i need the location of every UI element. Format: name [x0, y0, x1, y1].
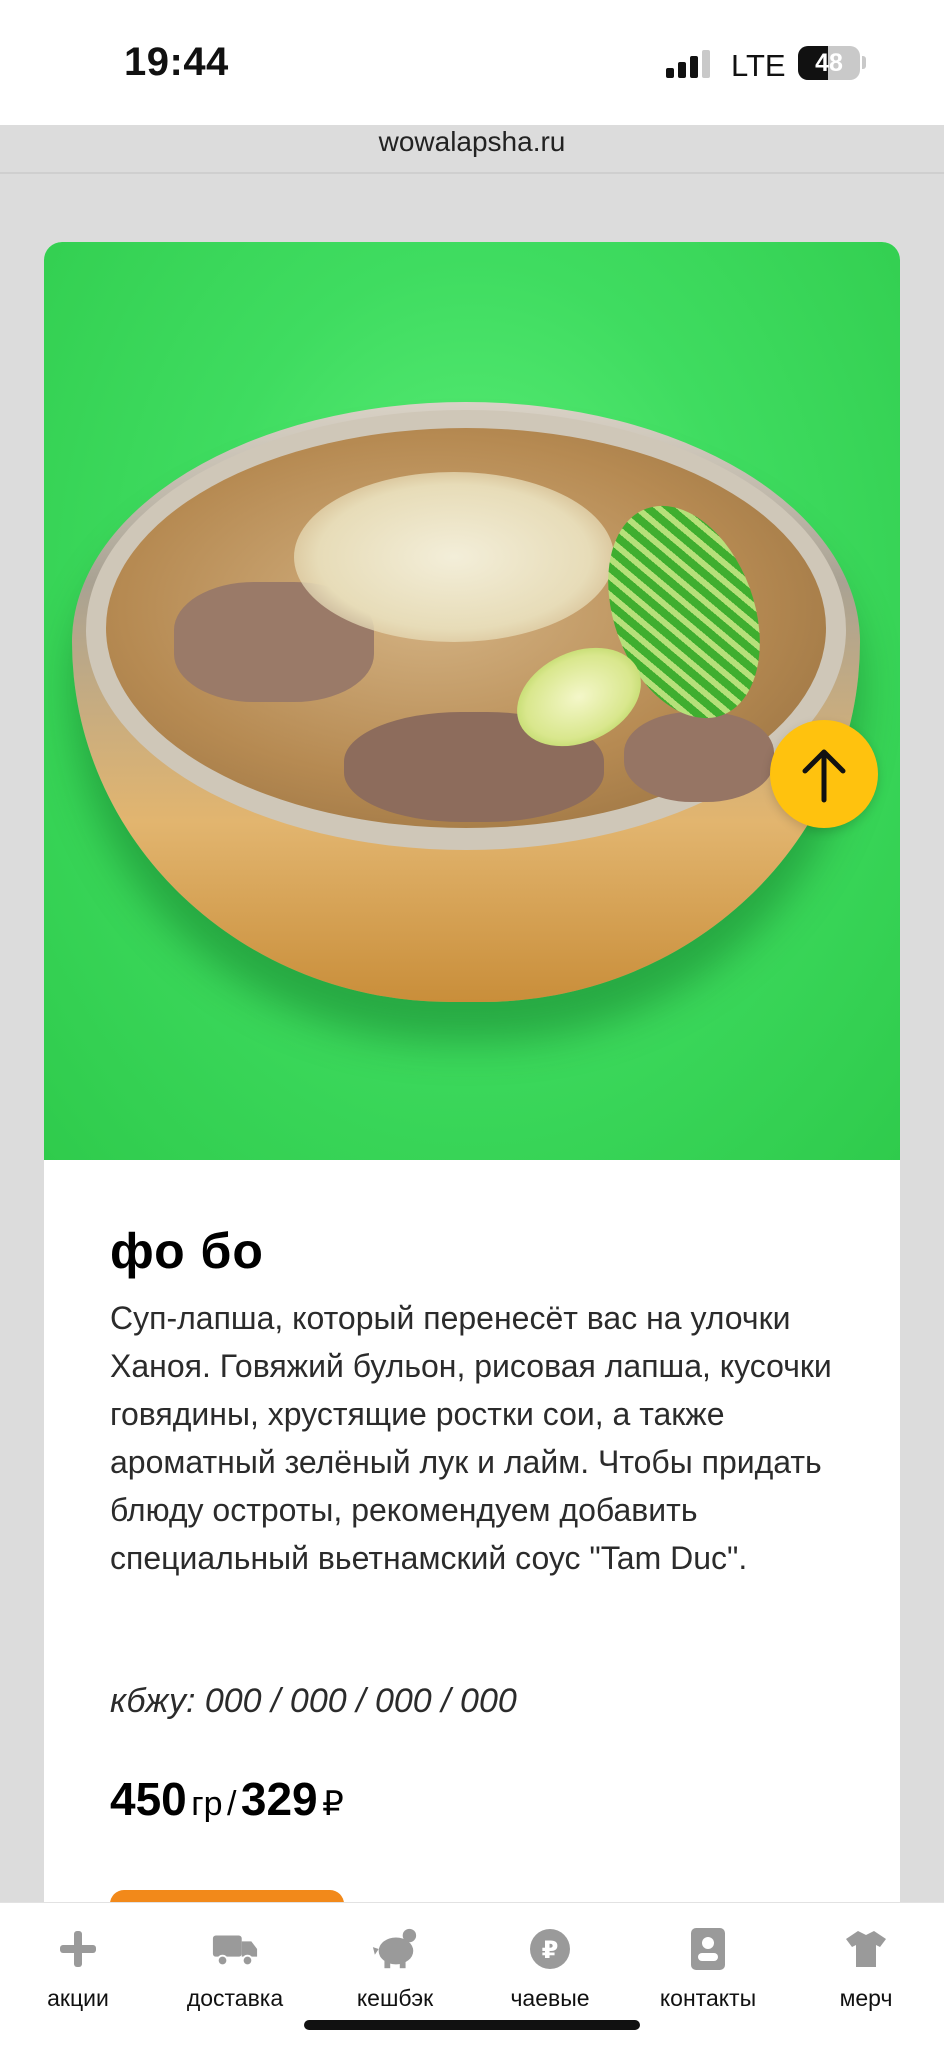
product-card: фо бо Суп-лапша, который перенесёт вас н…: [44, 242, 900, 2042]
nutrition-info: кбжу: 000 / 000 / 000 / 000: [110, 1682, 517, 1720]
product-photo: [44, 242, 900, 1160]
contact-card-icon: [684, 1925, 732, 1973]
product-title: фо бо: [110, 1223, 264, 1279]
weight-value: 450: [110, 1773, 187, 1825]
tshirt-icon: [842, 1925, 890, 1973]
ruble-coin-icon: ₽: [526, 1925, 574, 1973]
price-value: 329: [240, 1773, 318, 1825]
network-type: LTE: [731, 48, 786, 83]
nav-item-contacts[interactable]: контакты: [653, 1903, 763, 2023]
plus-icon: [54, 1925, 102, 1973]
battery-icon: 48: [798, 46, 860, 80]
product-description: Суп-лапша, который перенесёт вас на улоч…: [110, 1300, 832, 1576]
currency-symbol: ₽: [322, 1785, 344, 1823]
truck-icon: [211, 1925, 259, 1973]
battery-level: 48: [815, 49, 843, 77]
svg-text:₽: ₽: [542, 1936, 559, 1964]
price-line: 450 гр / 329 ₽: [110, 1772, 344, 1826]
beef-slice: [624, 712, 774, 802]
nav-item-delivery[interactable]: доставка: [180, 1903, 290, 2023]
nav-label: чаевые: [510, 1985, 590, 2011]
scroll-up-button[interactable]: [770, 720, 878, 828]
status-time: 19:44: [124, 40, 229, 84]
nav-label: доставка: [186, 1985, 284, 2011]
bean-sprouts: [294, 472, 614, 642]
piggy-bank-icon: [371, 1925, 419, 1973]
nav-item-tips[interactable]: ₽ чаевые: [503, 1903, 597, 2023]
nav-item-cashback[interactable]: кешбэк: [345, 1903, 445, 2023]
signal-icon: [666, 50, 712, 78]
price-separator: /: [226, 1785, 237, 1823]
home-indicator: [304, 2020, 640, 2030]
nav-label: кешбэк: [356, 1985, 434, 2011]
arrow-up-icon: [802, 749, 846, 803]
nav-item-merch[interactable]: мерч: [826, 1903, 906, 2023]
nav-label: мерч: [839, 1985, 893, 2011]
nav-label: акции: [47, 1985, 109, 2011]
divider: [0, 172, 944, 174]
nav-label: контакты: [659, 1985, 757, 2011]
status-bar: 19:44 LTE 48: [0, 0, 944, 125]
address-bar-url[interactable]: wowalapsha.ru: [0, 126, 944, 158]
battery-tip: [862, 56, 866, 69]
nav-item-promotions[interactable]: акции: [38, 1903, 118, 2023]
weight-unit: гр: [191, 1785, 223, 1823]
